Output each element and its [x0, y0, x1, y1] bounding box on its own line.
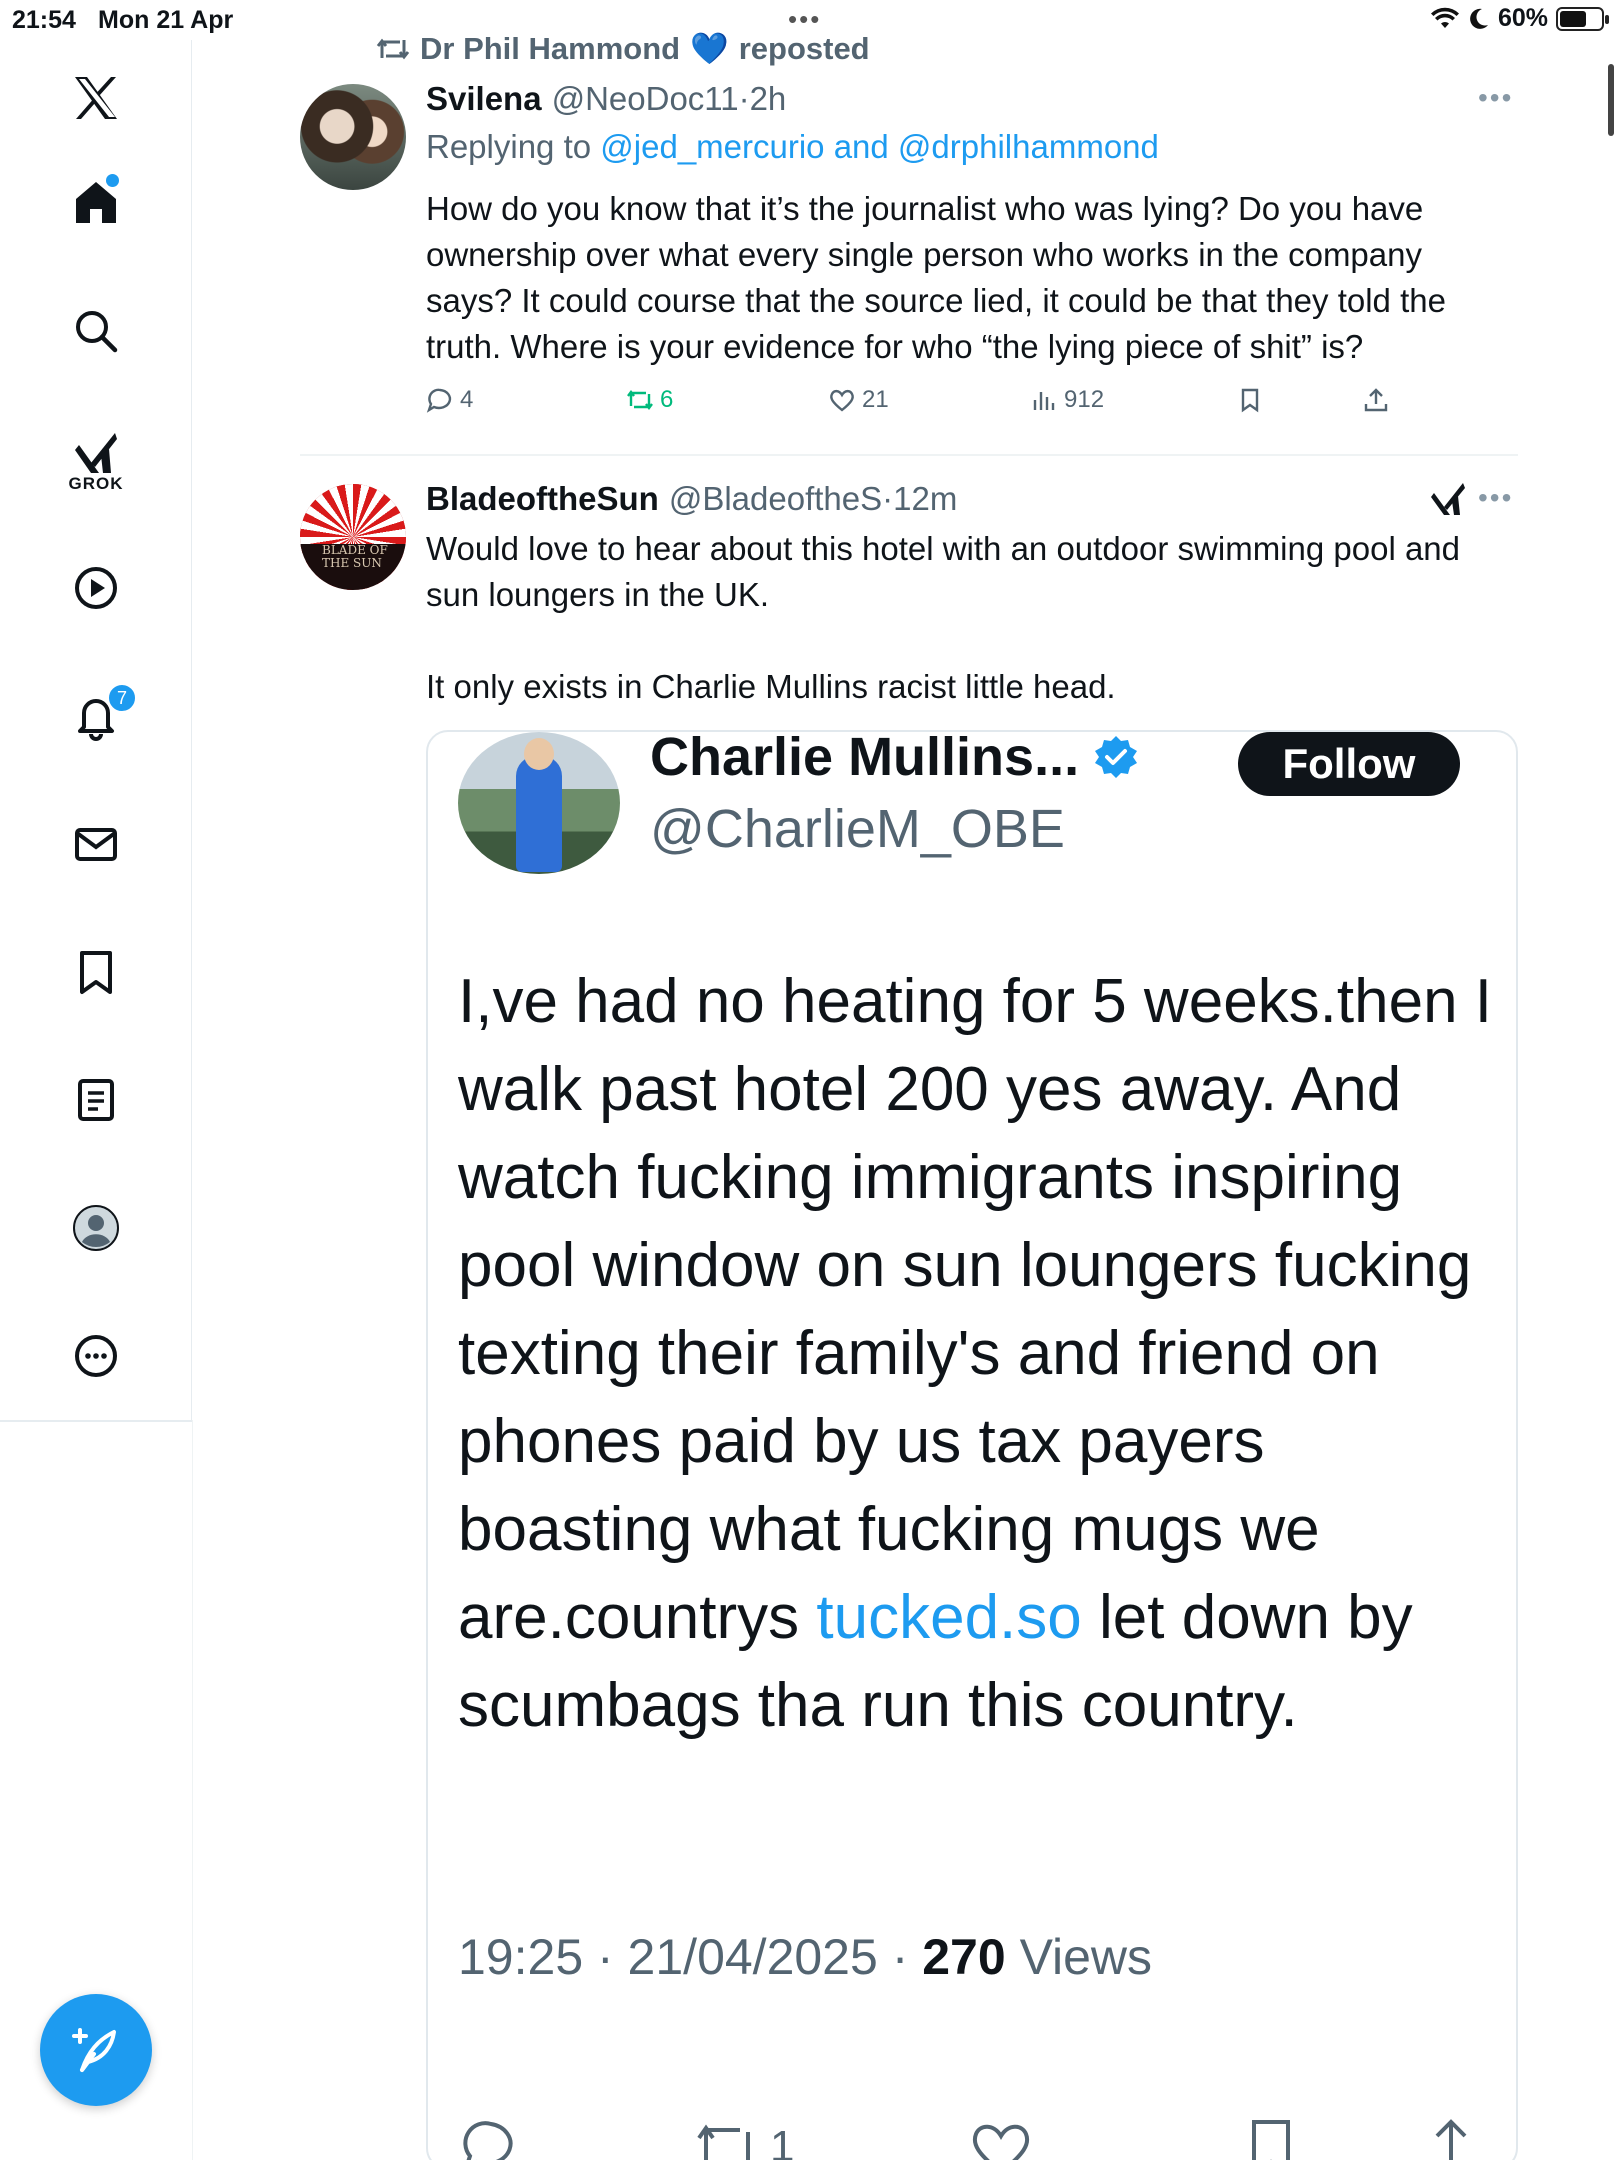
list-icon — [78, 1079, 114, 1121]
embed-heart-icon — [968, 2114, 1034, 2160]
more-options-icon[interactable]: ••• — [1478, 82, 1513, 114]
tweet-text: Would love to hear about this hotel with… — [426, 530, 1461, 705]
share-icon — [1364, 388, 1388, 412]
play-icon — [75, 567, 117, 609]
x-logo-icon[interactable] — [62, 64, 130, 132]
embed-repost-icon: 1 — [694, 2114, 794, 2160]
grok-icon — [75, 433, 117, 473]
embed-share-icon — [1418, 2114, 1484, 2160]
sidebar-item-messages[interactable] — [62, 810, 130, 878]
replying-to: Replying to @jed_mercurio and @drphilham… — [426, 128, 1159, 166]
author-name[interactable]: Svilena — [426, 80, 542, 118]
repost-count: 6 — [660, 386, 674, 413]
separator: · — [882, 480, 894, 517]
embed-follow-button: Follow — [1238, 732, 1460, 796]
replying-prefix: Replying to — [426, 128, 592, 165]
embed-avatar — [458, 732, 620, 874]
bookmark-button[interactable] — [1236, 386, 1264, 414]
repost-icon — [627, 390, 653, 410]
more-icon — [75, 1335, 117, 1377]
tweet-header: Svilena @NeoDoc11·2h — [426, 80, 786, 118]
heart-icon — [830, 389, 854, 412]
repost-indicator: Dr Phil Hammond 💙 reposted — [376, 30, 870, 67]
tweet-text: How do you know that it’s the journalist… — [426, 190, 1446, 365]
embed-tweet-text: I,ve had no heating for 5 weeks.then I w… — [458, 967, 1493, 1740]
embed-actions: 1 — [458, 2114, 1498, 2160]
profile-icon — [73, 1205, 119, 1251]
tweet-divider — [300, 454, 1518, 456]
repost-label: reposted — [738, 30, 870, 66]
author-name[interactable]: BladeoftheSun — [426, 480, 659, 518]
sidebar-item-explore[interactable] — [62, 297, 130, 365]
embed-author-handle: @CharlieM_OBE — [650, 799, 1065, 859]
feather-plus-icon — [72, 2028, 116, 2072]
tweet-actions: 4 6 21 912 — [426, 386, 1516, 426]
sidebar-divider — [0, 1420, 192, 1422]
repost-icon — [376, 38, 410, 59]
scrollbar[interactable] — [1608, 64, 1614, 136]
verified-badge-icon — [1095, 736, 1138, 778]
embed-view-count: 270 — [922, 1929, 1006, 1985]
repost-by[interactable]: Dr Phil Hammond — [420, 31, 680, 67]
separator: · — [738, 80, 750, 117]
sidebar-item-video[interactable] — [62, 554, 130, 622]
view-count: 912 — [1064, 386, 1105, 413]
wifi-icon — [1430, 7, 1459, 28]
blue-heart-emoji: 💙 — [690, 31, 729, 66]
avatar[interactable] — [300, 84, 406, 190]
sidebar-item-bookmarks[interactable] — [62, 938, 130, 1006]
compose-post-button[interactable] — [40, 1994, 152, 2106]
sidebar-item-lists[interactable] — [62, 1066, 130, 1134]
grok-label: GROK — [68, 474, 124, 493]
status-time: 21:54 — [12, 6, 76, 34]
bookmark-icon — [80, 951, 112, 994]
more-options-icon[interactable]: ••• — [1478, 482, 1513, 514]
author-handle[interactable]: @NeoDoc11 — [552, 80, 739, 117]
reply-button[interactable]: 4 — [426, 386, 473, 414]
embedded-image[interactable]: Charlie Mullins... @CharlieM_OBE Follow … — [426, 730, 1518, 2160]
avatar[interactable]: BLADE OF THE SUN — [300, 484, 406, 590]
sidebar-item-home[interactable] — [62, 168, 130, 236]
post-time[interactable]: 12m — [893, 480, 957, 517]
views-button[interactable]: 912 — [1030, 386, 1104, 414]
reply-icon — [426, 388, 452, 413]
sidebar: GROK — [0, 40, 192, 1420]
bookmark-icon — [1241, 388, 1259, 413]
share-button[interactable] — [1362, 386, 1390, 414]
battery-percent: 60% — [1497, 4, 1548, 32]
reply-count: 4 — [460, 386, 474, 413]
embed-author-name: Charlie Mullins... — [650, 732, 1139, 788]
embed-link: tucked.so — [816, 1583, 1082, 1652]
replying-links[interactable]: @jed_mercurio and @drphilhammond — [600, 128, 1159, 165]
notification-badge: 7 — [106, 682, 138, 714]
search-icon — [76, 311, 118, 353]
column-divider — [192, 1420, 193, 2160]
embed-meta: 19:25 · 21/04/2025 · 270 Views — [458, 1929, 1153, 1985]
sidebar-item-more[interactable] — [62, 1322, 130, 1390]
battery-icon — [1556, 6, 1609, 31]
embed-bookmark-icon — [1238, 2114, 1304, 2160]
repost-button[interactable]: 6 — [626, 386, 673, 414]
author-handle[interactable]: @BladeoftheS — [669, 480, 882, 517]
grok-explain-icon[interactable] — [1428, 480, 1468, 520]
like-count: 21 — [862, 386, 889, 413]
home-unread-dot — [106, 174, 119, 187]
status-date: Mon 21 Apr — [98, 6, 234, 34]
like-button[interactable]: 21 — [828, 386, 889, 414]
envelope-icon — [75, 828, 117, 861]
views-icon — [1033, 392, 1055, 410]
tweet-header: BladeoftheSun @BladeoftheS·12m — [426, 480, 957, 518]
embed-reply-icon — [458, 2114, 524, 2160]
moon-icon — [1470, 8, 1488, 29]
avatar-text: BLADE OF THE SUN — [322, 543, 388, 570]
post-time[interactable]: 2h — [750, 80, 787, 117]
sidebar-item-profile[interactable] — [62, 1194, 130, 1262]
embed-repost-count: 1 — [770, 2122, 795, 2160]
